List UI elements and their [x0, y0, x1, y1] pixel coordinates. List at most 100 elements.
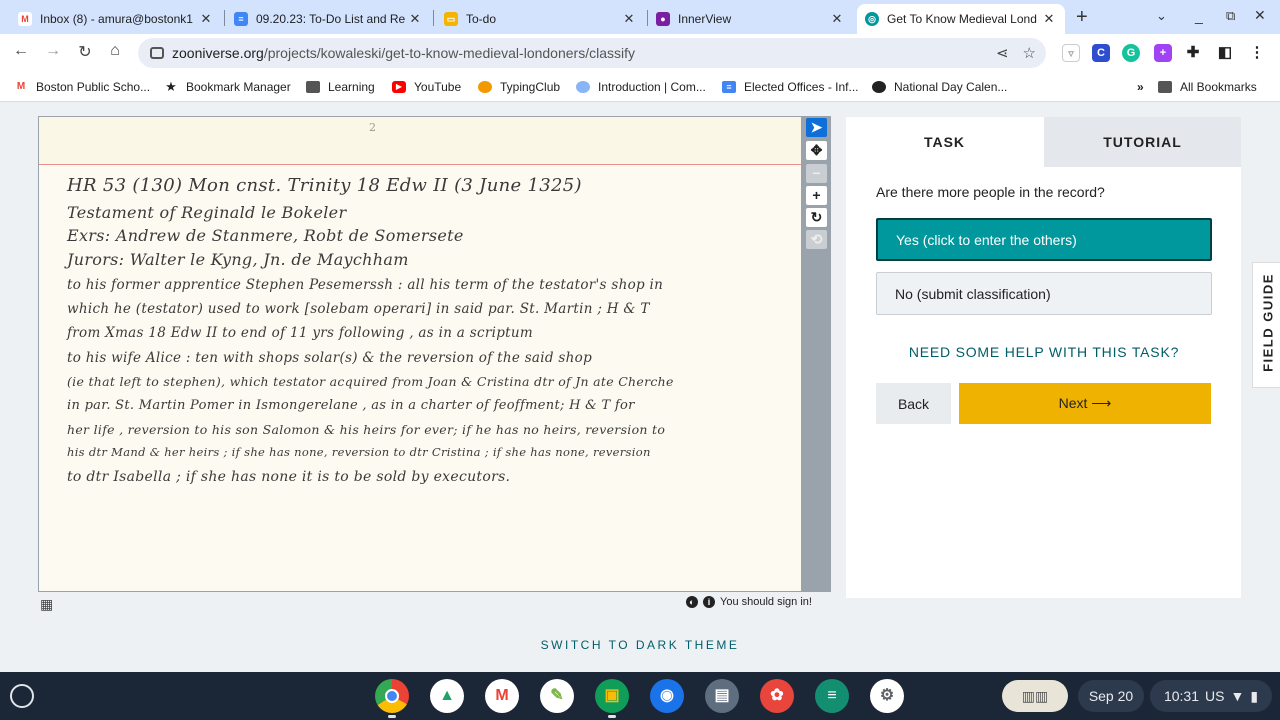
bookmark-manager[interactable]: ★ Bookmark Manager [164, 80, 291, 94]
tab-gmail[interactable]: M Inbox (8) - amura@bostonk1 ✕ [10, 4, 222, 34]
tab-todo[interactable]: ▭ To-do ✕ [436, 4, 645, 34]
restore-icon[interactable]: ⧉ [1226, 8, 1235, 24]
bookmark-elected-offices[interactable]: ≡ Elected Offices - Inf... [722, 80, 859, 94]
new-tab-button[interactable]: + [1076, 6, 1088, 29]
bookmark-label: National Day Calen... [894, 80, 1008, 94]
back-arrow-icon[interactable]: ← [10, 42, 32, 60]
tab-title: Inbox (8) - amura@bostonk1 [40, 12, 193, 26]
move-tool-button[interactable]: ✥ [806, 141, 827, 160]
url-host: zooniverse.org [172, 45, 264, 61]
help-link[interactable]: NEED SOME HELP WITH THIS TASK? [876, 344, 1212, 360]
contrast-icon[interactable]: ◐ [686, 596, 698, 608]
record-line: in par. St. Martin Pomer in Ismongerelan… [67, 398, 635, 413]
gmail-app-icon[interactable]: M [485, 679, 519, 713]
camera-app-icon[interactable]: ◉ [650, 679, 684, 713]
record-line: Exrs: Andrew de Stanmere, Robt de Somers… [67, 226, 464, 245]
bookmark-typingclub[interactable]: TypingClub [478, 80, 560, 94]
tab-tutorial[interactable]: TUTORIAL [1044, 117, 1241, 167]
shield-extension-icon[interactable]: ▿ [1062, 44, 1080, 62]
bookmark-star-icon[interactable]: ☆ [1023, 44, 1036, 62]
bookmark-label: Boston Public Scho... [36, 80, 151, 94]
record-line: his dtr Mand & her heirs ; if she has no… [67, 445, 651, 459]
close-icon[interactable]: ✕ [621, 11, 637, 27]
zoom-out-button[interactable]: − [806, 164, 827, 183]
c-extension-icon[interactable]: C [1092, 44, 1110, 62]
share-icon[interactable]: ⋖ [996, 44, 1009, 62]
bookmark-youtube[interactable]: ▶ YouTube [392, 80, 461, 94]
bookmark-introduction[interactable]: Introduction | Com... [576, 80, 706, 94]
classroom-app-icon[interactable]: ▣ [595, 679, 629, 713]
launcher-icon[interactable] [10, 684, 34, 708]
tab-zooniverse[interactable]: ◎ Get To Know Medieval Lond ✕ [857, 4, 1065, 34]
site-info-icon[interactable] [150, 47, 164, 59]
index-card-header: 2 [39, 117, 801, 165]
bookmark-bps[interactable]: M Boston Public Scho... [14, 80, 150, 94]
record-line: from Xmas 18 Edw II to end of 11 yrs fol… [67, 325, 533, 341]
locale-label: US [1205, 688, 1225, 704]
zoom-in-button[interactable]: + [806, 186, 827, 205]
tab-title: InnerView [678, 12, 732, 26]
tab-innerview[interactable]: ● InnerView ✕ [648, 4, 853, 34]
tm-extension-icon[interactable]: + [1154, 44, 1172, 62]
sign-in-text: You should sign in! [720, 596, 812, 608]
info-icon[interactable]: i [703, 596, 715, 608]
bookmark-learning[interactable]: Learning [306, 80, 375, 94]
close-icon[interactable]: ✕ [1041, 11, 1057, 27]
answer-no-button[interactable]: No (submit classification) [876, 272, 1212, 315]
pointer-tool-button[interactable]: ➤ [806, 118, 827, 137]
drive-app-icon[interactable]: ▲ [430, 679, 464, 713]
record-line: Testament of Reginald le Bokeler [67, 203, 347, 222]
page-mark: 2 [369, 121, 376, 134]
tab-search-icon[interactable]: ⌄ [1156, 8, 1167, 24]
zooniverse-icon: ◎ [865, 12, 879, 26]
back-button[interactable]: Back [876, 383, 951, 424]
side-panel-icon[interactable]: ◧ [1216, 44, 1234, 62]
bookmark-national-day[interactable]: National Day Calen... [872, 80, 1007, 94]
forms-app-icon[interactable]: ≡ [815, 679, 849, 713]
minimize-icon[interactable]: _ [1195, 8, 1203, 24]
slides-icon: ▭ [444, 12, 458, 26]
date-label: Sep 20 [1088, 688, 1134, 704]
holding-space-icon[interactable]: ▥▥ [1002, 680, 1068, 712]
typingclub-icon [478, 81, 492, 93]
close-icon[interactable]: ✕ [407, 11, 423, 27]
date-tray[interactable]: Sep 20 [1078, 680, 1144, 712]
close-icon[interactable]: ✕ [198, 11, 214, 27]
switch-dark-theme-button[interactable]: SWITCH TO DARK THEME [0, 638, 1280, 652]
printer-app-icon[interactable]: ▤ [705, 679, 739, 713]
filmstrip-icon[interactable]: ▦ [40, 596, 53, 613]
answer-yes-button[interactable]: Yes (click to enter the others) [876, 218, 1212, 261]
task-panel: TASK TUTORIAL Are there more people in t… [846, 117, 1241, 598]
field-guide-tab[interactable]: FIELD GUIDE [1252, 262, 1280, 388]
tab-task[interactable]: TASK [846, 117, 1043, 167]
palette-app-icon[interactable]: ✿ [760, 679, 794, 713]
menu-dots-icon[interactable]: ⋮ [1248, 44, 1266, 62]
grammarly-extension-icon[interactable]: G [1122, 44, 1140, 62]
record-line: HR 53 (130) Mon cnst. Trinity 18 Edw II … [67, 175, 582, 196]
reset-button[interactable]: ⟲ [806, 230, 827, 249]
status-tray[interactable]: 10:31 US ▼ ▮ [1150, 680, 1272, 712]
all-bookmarks[interactable]: All Bookmarks [1158, 80, 1257, 94]
tab-todo-doc[interactable]: ≡ 09.20.23: To-Do List and Re ✕ [226, 4, 431, 34]
chrome-app-icon[interactable] [375, 679, 409, 713]
address-bar[interactable]: zooniverse.org/projects/kowaleski/get-to… [138, 38, 1046, 68]
next-button[interactable]: Next ⟶ [959, 383, 1211, 424]
star-icon: ★ [165, 79, 177, 94]
record-line: Jurors: Walter le Kyng, Jn. de Maychham [67, 250, 409, 269]
url-path: /projects/kowaleski/get-to-know-medieval… [263, 45, 635, 61]
bookmarks-overflow-button[interactable]: » [1137, 80, 1144, 94]
extensions-puzzle-icon[interactable]: ✚ [1184, 44, 1202, 62]
close-icon[interactable]: ✕ [829, 11, 845, 27]
window-close-icon[interactable]: ✕ [1254, 7, 1266, 24]
clock-label: 10:31 [1163, 688, 1199, 704]
forward-arrow-icon[interactable]: → [42, 42, 64, 60]
subject-image-viewer[interactable]: 2 HR 53 (130) Mon cnst. Trinity 18 Edw I… [38, 116, 802, 592]
folder-icon [306, 81, 320, 93]
rotate-button[interactable]: ↻ [806, 208, 827, 227]
wifi-icon: ▼ [1230, 688, 1245, 704]
reload-icon[interactable]: ↻ [74, 42, 96, 62]
home-icon[interactable]: ⌂ [104, 42, 126, 60]
classroom-leaf-app-icon[interactable]: ✎ [540, 679, 574, 713]
record-line: to his wife Alice : ten with shops solar… [67, 350, 593, 366]
settings-app-icon[interactable]: ⚙ [870, 679, 904, 713]
